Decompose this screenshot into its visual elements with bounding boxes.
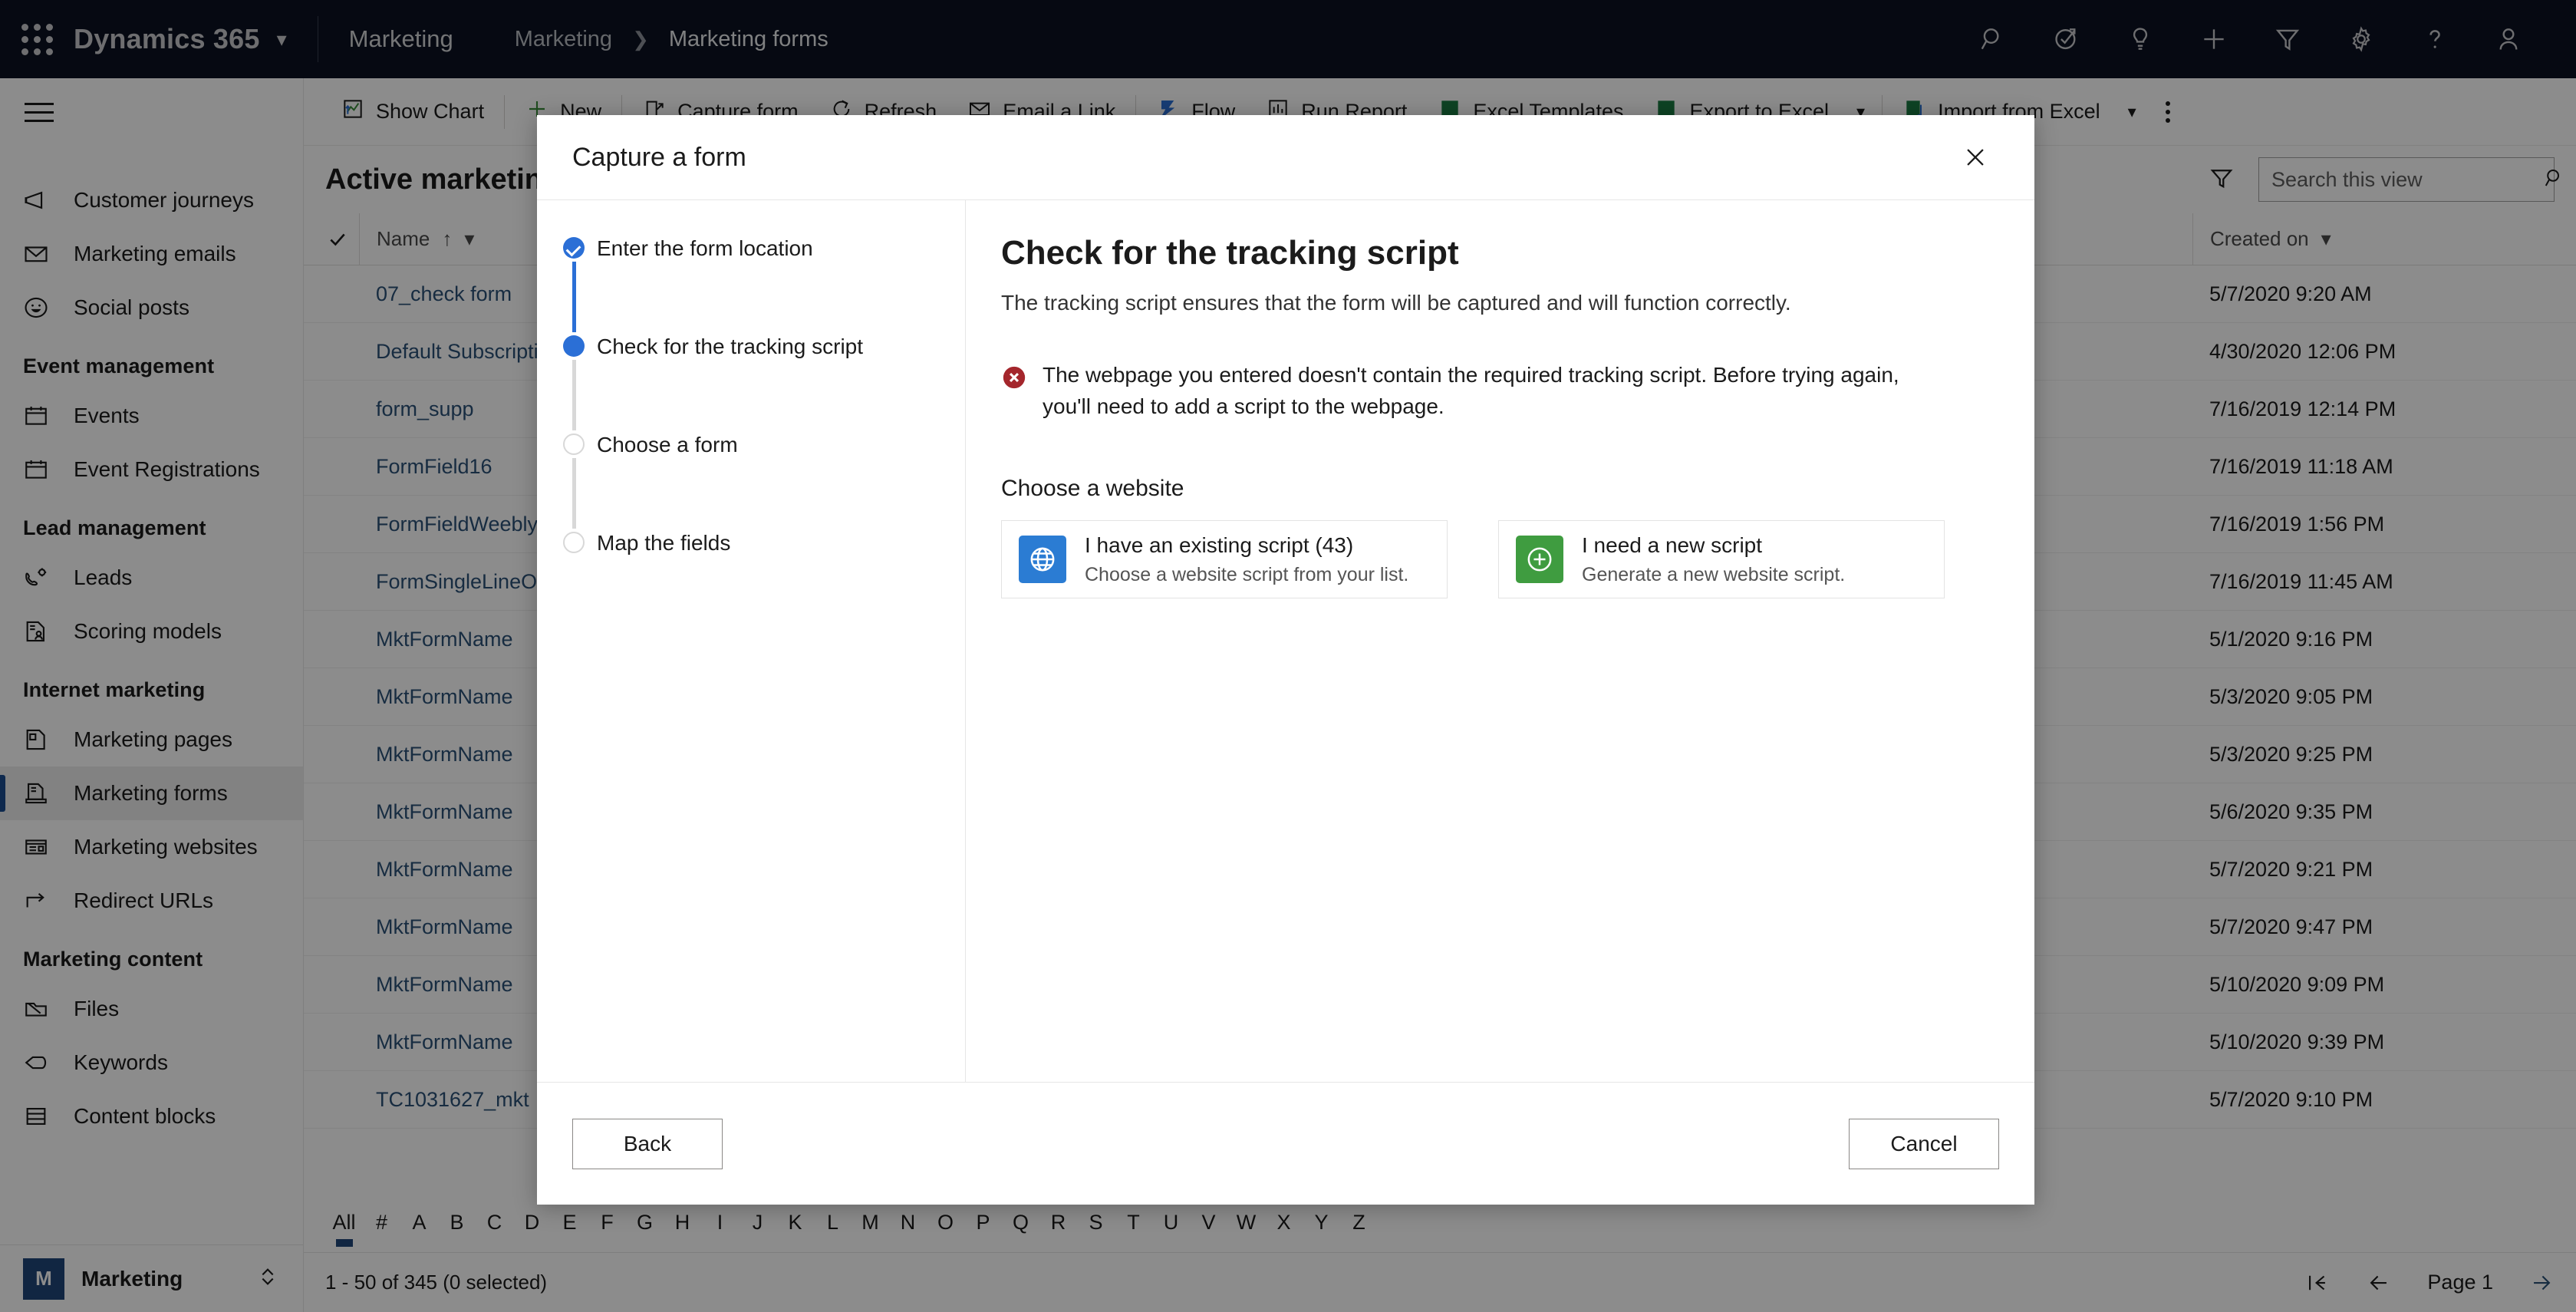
wizard-step-label: Check for the tracking script — [597, 335, 864, 358]
wizard-step-map-the-fields[interactable]: Map the fields — [551, 529, 965, 556]
cancel-button[interactable]: Cancel — [1849, 1118, 1999, 1169]
step-pending-icon — [563, 433, 585, 455]
capture-form-dialog: Capture a form Enter the form location C… — [537, 115, 2034, 1205]
choose-website-label: Choose a website — [1001, 476, 1184, 502]
step-marker — [551, 234, 597, 259]
card-text: I have an existing script (43) Choose a … — [1085, 533, 1408, 586]
step-connector — [551, 262, 597, 332]
card-description: Choose a website script from your list. — [1085, 563, 1409, 585]
website-option-cards: I have an existing script (43) Choose a … — [1001, 520, 1991, 599]
wizard-step-enter-form-location[interactable]: Enter the form location — [551, 234, 965, 262]
dialog-title: Capture a form — [572, 142, 746, 172]
plus-circle-icon — [1516, 536, 1563, 584]
dialog-header: Capture a form — [537, 115, 2034, 199]
error-message: The webpage you entered doesn't contain … — [1001, 360, 1906, 422]
step-complete-icon — [563, 237, 585, 259]
dialog-body: Enter the form location Check for the tr… — [537, 199, 2034, 1082]
wizard-step-check-tracking-script[interactable]: Check for the tracking script — [551, 332, 965, 360]
content-subheading: The tracking script ensures that the for… — [1001, 291, 1791, 315]
content-heading: Check for the tracking script — [1001, 234, 1459, 272]
card-title: I have an existing script (43) — [1085, 532, 1354, 557]
back-button[interactable]: Back — [572, 1118, 723, 1169]
close-icon[interactable] — [1952, 134, 1999, 181]
step-marker — [551, 430, 597, 455]
card-title: I need a new script — [1582, 532, 1763, 557]
new-script-card[interactable]: I need a new script Generate a new websi… — [1498, 520, 1945, 599]
step-connector — [551, 458, 597, 529]
existing-script-card[interactable]: I have an existing script (43) Choose a … — [1001, 520, 1448, 599]
step-pending-icon — [563, 532, 585, 553]
wizard-step-choose-a-form[interactable]: Choose a form — [551, 430, 965, 458]
globe-icon — [1019, 536, 1066, 584]
wizard-step-label: Enter the form location — [597, 236, 813, 260]
app-root: Dynamics 365 ▾ Marketing Marketing ❯ Mar… — [0, 0, 2576, 1312]
wizard-steps: Enter the form location Check for the tr… — [537, 200, 965, 1082]
step-connector — [551, 360, 597, 430]
card-text: I need a new script Generate a new websi… — [1582, 533, 1845, 586]
wizard-step-label: Map the fields — [597, 531, 731, 555]
dialog-footer: Back Cancel — [537, 1082, 2034, 1205]
wizard-step-label: Choose a form — [597, 433, 738, 457]
step-marker — [551, 529, 597, 553]
error-text: The webpage you entered doesn't contain … — [1043, 363, 1899, 418]
card-description: Generate a new website script. — [1582, 563, 1846, 585]
dialog-content: Check for the tracking script The tracki… — [965, 200, 2034, 1082]
error-icon — [1001, 364, 1027, 391]
step-marker — [551, 332, 597, 357]
step-current-icon — [563, 335, 585, 357]
